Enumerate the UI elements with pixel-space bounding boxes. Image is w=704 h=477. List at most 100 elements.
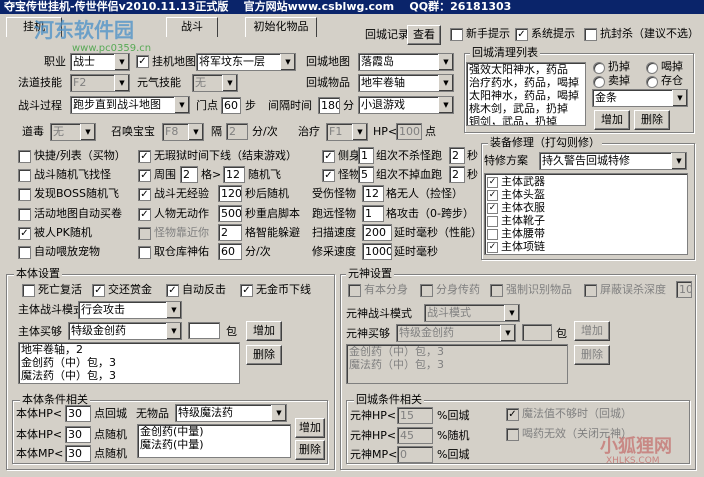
spirit-buy-select[interactable]: 特级金创药 ▼	[396, 324, 516, 342]
no-item-select[interactable]: 特级魔法药 ▼	[175, 404, 287, 422]
list-item[interactable]: ✓ 主体武器	[487, 175, 685, 188]
return-item-select[interactable]: 地牢卷轴 ▼	[358, 74, 454, 92]
body-buy-select[interactable]: 特级金创药 ▼	[68, 322, 182, 340]
list-item[interactable]: ✓ 主体头盔	[487, 188, 685, 201]
around-checkbox[interactable]: ✓	[138, 169, 151, 182]
clean-delete-button[interactable]: 删除	[634, 110, 670, 130]
side-input[interactable]: 1	[358, 147, 374, 164]
list-item[interactable]: 桃木剑，武品，扔掉	[469, 103, 583, 116]
heal-select[interactable]: F1 ▼	[326, 123, 368, 141]
return-map-select[interactable]: 落霞岛 ▼	[358, 53, 454, 71]
job-select[interactable]: 战士 ▼	[70, 53, 130, 71]
newbie-tip-checkbox[interactable]	[450, 28, 463, 41]
radio-throw[interactable]	[593, 62, 605, 74]
logout-mode-select[interactable]: 小退游戏 ▼	[358, 96, 454, 114]
list-item[interactable]: 铜剑，武品，扔掉	[469, 116, 583, 125]
door-point-input[interactable]: 60	[221, 97, 241, 114]
clean-add-button[interactable]: 增加	[594, 110, 630, 130]
summon-select[interactable]: F8 ▼	[162, 123, 204, 141]
interval-input[interactable]: 180	[318, 97, 340, 114]
repair-speed-input[interactable]: 1000	[362, 243, 392, 260]
grid-count-input[interactable]: 12	[223, 166, 245, 183]
view-button[interactable]: 查看	[407, 25, 441, 45]
body-buy-qty-input[interactable]	[188, 322, 220, 339]
yuanqi-skill-select[interactable]: 无 ▼	[192, 74, 238, 92]
list-item[interactable]: ✓ 主体项链	[487, 240, 685, 253]
quick-list-checkbox[interactable]	[18, 150, 31, 163]
shield-depth-checkbox[interactable]	[584, 284, 597, 297]
repair-plan-select[interactable]: 持久警告回城特修 ▼	[539, 152, 687, 170]
list-item[interactable]: ✓ 主体衣服	[487, 201, 685, 214]
no-gold-checkbox[interactable]: ✓	[240, 284, 253, 297]
body-mp-input[interactable]: 30	[65, 445, 91, 462]
body-delete-button[interactable]: 删除	[246, 345, 282, 365]
list-item[interactable]: 金创药（中）包，3	[349, 346, 565, 359]
hurt-monster-input[interactable]: 12	[362, 185, 384, 202]
body-hp2-input[interactable]: 30	[65, 426, 91, 443]
heal-hp-input[interactable]: 100	[396, 123, 422, 140]
spirit-hp2-input[interactable]: 45	[397, 427, 433, 444]
spirit-hp1-input[interactable]: 15	[397, 407, 433, 424]
side-input-2[interactable]: 2	[449, 147, 465, 164]
spirit-mp-input[interactable]: 0	[397, 446, 433, 463]
body-mode-select[interactable]: 行会攻击 ▼	[78, 301, 182, 319]
radio-drink[interactable]	[646, 62, 658, 74]
radio-store[interactable]	[646, 76, 658, 88]
no-exp-checkbox[interactable]: ✓	[138, 188, 151, 201]
list-item[interactable]: 太阳神水，药品，喝掉	[469, 90, 583, 103]
counter-checkbox[interactable]: ✓	[166, 284, 179, 297]
list-item[interactable]: 魔法药（中）包，3	[21, 370, 237, 383]
dao-poison-select[interactable]: 无 ▼	[50, 123, 96, 141]
tab-zhandou[interactable]: 战斗	[166, 17, 218, 37]
spirit-buy-list[interactable]: 金创药（中）包，3 魔法药（中）包，3	[346, 344, 568, 384]
list-item[interactable]: 金创药（中）包，3	[21, 357, 237, 370]
clone-pass-checkbox[interactable]	[420, 284, 433, 297]
spirit-mode-select[interactable]: 战斗模式 ▼	[424, 304, 520, 322]
monster-near-input[interactable]: 2	[218, 224, 242, 241]
guaji-map-select[interactable]: 将军坟东一层 ▼	[196, 53, 296, 71]
cond-add-button[interactable]: 增加	[295, 418, 325, 438]
list-item[interactable]: 魔法药（中）包，3	[349, 359, 565, 372]
fadao-skill-select[interactable]: F2 ▼	[70, 74, 130, 92]
spirit-buy-qty-input[interactable]	[522, 324, 552, 341]
far-monster-input[interactable]: 1	[362, 205, 384, 222]
scan-speed-input[interactable]: 200	[362, 224, 392, 241]
clean-list[interactable]: 强效太阳神水，药品 治疗药水，药品，喝掉 太阳神水，药品，喝掉 桃木剑，武品，扔…	[466, 62, 586, 126]
boss-fly-checkbox[interactable]	[18, 188, 31, 201]
list-item[interactable]: 强效太阳神水，药品	[469, 64, 583, 77]
monster-input-2[interactable]: 2	[449, 166, 465, 183]
idle-checkbox[interactable]: ✓	[138, 208, 151, 221]
no-time-checkbox[interactable]: ✓	[138, 150, 151, 163]
body-cond-list[interactable]: 金创药(中量) 魔法药(中量)	[137, 424, 291, 458]
bounty-checkbox[interactable]: ✓	[92, 284, 105, 297]
shield-depth-input[interactable]: 10	[676, 281, 692, 298]
monster-checkbox[interactable]: ✓	[322, 169, 335, 182]
cond-delete-button[interactable]: 删除	[295, 440, 325, 460]
warehouse-checkbox[interactable]	[138, 246, 151, 259]
list-item[interactable]: 金创药(中量)	[140, 426, 288, 439]
event-map-checkbox[interactable]	[18, 208, 31, 221]
system-tip-checkbox[interactable]: ✓	[515, 28, 528, 41]
list-item[interactable]: 治疗药水，药品，喝掉	[469, 77, 583, 90]
monster-near-checkbox[interactable]	[138, 227, 151, 240]
guaji-map-checkbox[interactable]: ✓	[136, 55, 149, 68]
list-item[interactable]: 地牢卷轴，2	[21, 344, 237, 357]
mana-low-checkbox[interactable]: ✓	[506, 408, 519, 421]
battle-fly-checkbox[interactable]	[18, 169, 31, 182]
battle-process-select[interactable]: 跑步直到战斗地图 ▼	[70, 96, 190, 114]
anti-kill-checkbox[interactable]	[584, 28, 597, 41]
idle-input[interactable]: 500	[218, 205, 242, 222]
body-add-button[interactable]: 增加	[246, 321, 282, 341]
summon-interval-input[interactable]: 2	[226, 123, 248, 140]
pet-feed-checkbox[interactable]	[18, 246, 31, 259]
list-item[interactable]: 主体靴子	[487, 214, 685, 227]
no-exp-input[interactable]: 120	[218, 185, 242, 202]
around-input[interactable]: 2	[180, 166, 198, 183]
potion-fail-checkbox[interactable]	[506, 428, 519, 441]
revive-checkbox[interactable]	[22, 284, 35, 297]
spirit-add-button[interactable]: 增加	[574, 321, 610, 341]
clean-item-select[interactable]: 金条 ▼	[592, 89, 688, 107]
body-hp1-input[interactable]: 30	[65, 405, 91, 422]
list-item[interactable]: 魔法药(中量)	[140, 439, 288, 452]
tab-init-items[interactable]: 初始化物品	[245, 17, 317, 37]
